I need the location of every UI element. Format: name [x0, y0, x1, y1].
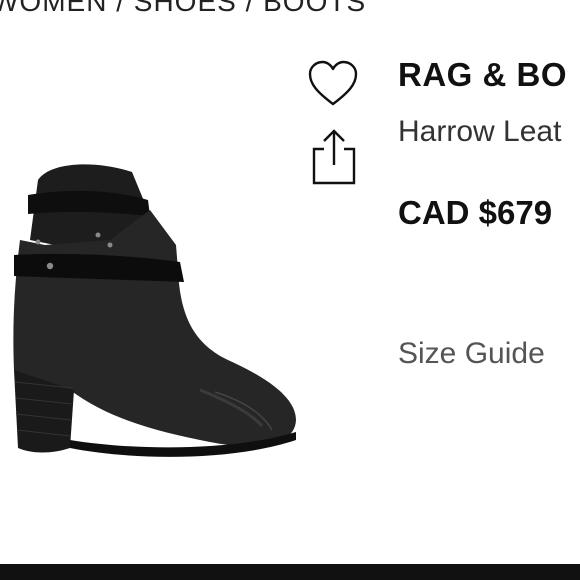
bottom-bar	[0, 564, 580, 580]
product-image	[0, 150, 310, 480]
share-button[interactable]	[306, 128, 362, 186]
share-icon	[308, 127, 360, 190]
favorite-button[interactable]	[305, 58, 361, 114]
product-name: Harrow Leat	[398, 115, 562, 148]
product-brand[interactable]: RAG & BO	[398, 56, 567, 94]
heart-icon	[307, 60, 359, 113]
breadcrumb[interactable]: WOMEN / SHOES / BOOTS	[0, 0, 366, 18]
product-price: CAD $679	[398, 194, 553, 231]
size-guide-link[interactable]: Size Guide	[398, 337, 545, 371]
